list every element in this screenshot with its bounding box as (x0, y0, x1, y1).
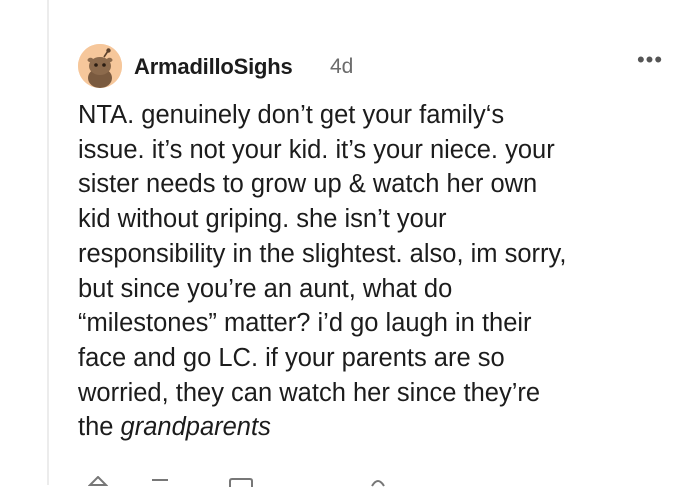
comment-body: NTA. genuinely don’t get your family‘s i… (78, 98, 674, 445)
award-icon[interactable] (228, 478, 254, 488)
comment-actions (78, 474, 678, 494)
comment-body-line: NTA. genuinely don’t get your family‘s (78, 101, 505, 129)
comment-body-line: kid without griping. she isn’t your (78, 205, 447, 234)
comment-body-line: sister needs to grow up & watch her own (78, 170, 538, 199)
comment-body-line-start: the (78, 413, 121, 442)
comment-age: 4d (330, 55, 354, 78)
comment-author[interactable]: ArmadilloSighs (134, 54, 293, 80)
comment-body-line: face and go LC. if your parents are so (78, 343, 505, 372)
more-options-button[interactable]: ••• (634, 49, 666, 71)
comment-body-line: issue. it’s not your kid. it’s your niec… (78, 135, 555, 164)
upvote-icon[interactable] (88, 476, 108, 488)
snoo-avatar-icon (78, 44, 122, 88)
share-icon[interactable] (370, 476, 386, 488)
comment-body-line: worried, they can watch her since they’r… (78, 378, 541, 407)
comment-body-line: responsibility in the slightest. also, i… (78, 239, 567, 268)
comment-body-line: but since you’re an aunt, what do (78, 274, 453, 303)
thread-line[interactable] (47, 0, 49, 485)
comment-body-line-last: the grandparents (78, 410, 674, 445)
comment-body-emphasis: grandparents (120, 413, 271, 442)
comment-body-line: “milestones” matter? i’d go laugh in the… (78, 309, 532, 338)
reply-icon[interactable] (150, 478, 170, 488)
avatar[interactable] (78, 44, 122, 88)
